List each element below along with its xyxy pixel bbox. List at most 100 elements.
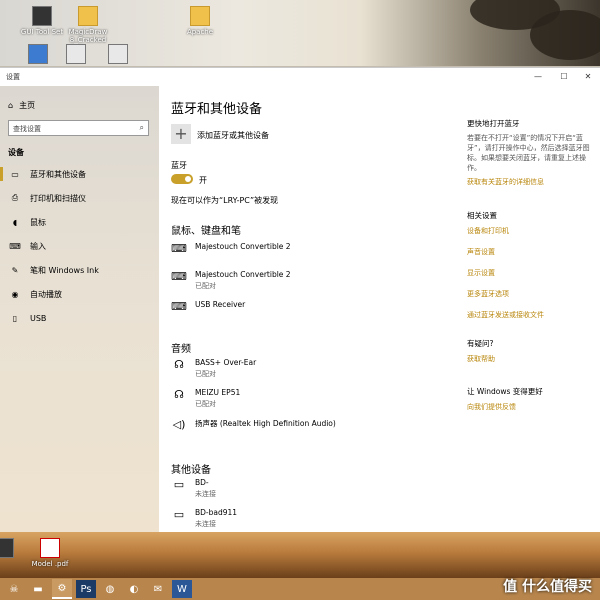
home-icon: ⌂ <box>8 101 14 110</box>
bluetooth-toggle[interactable] <box>171 174 193 184</box>
active-indicator <box>0 167 3 181</box>
desktop-icon-partial[interactable] <box>0 538 24 560</box>
keyboard-icon: ⌨ <box>171 270 187 283</box>
device-item[interactable]: ▭ BD- 未连接 <box>171 478 216 499</box>
sidebar: ⌂ 主页 查找设置 ⌕ 设备 ▭ 蓝牙和其他设备 ⎙ 打印机和扫描仪 ◖ 鼠标 … <box>0 86 159 534</box>
close-button[interactable]: ✕ <box>576 70 600 84</box>
device-item[interactable]: ▭ BD-bad911 未连接 <box>171 508 237 529</box>
desktop-icon-magicdraw[interactable]: MagicDraw 8_Cracked <box>60 6 116 44</box>
related-settings-title: 相关设置 <box>467 211 497 220</box>
discoverable-text: 现在可以作为“LRY-PC”被发现 <box>171 196 279 205</box>
sidebar-item-label: 笔和 Windows Ink <box>30 265 99 275</box>
sidebar-item-bluetooth[interactable]: ▭ 蓝牙和其他设备 <box>0 163 159 185</box>
desktop-icon-small[interactable] <box>108 44 128 66</box>
sidebar-item-label: 鼠标 <box>30 217 46 227</box>
faster-bluetooth-text: 若要在不打开“设置”的情况下开启“蓝牙”，请打开操作中心，然后选择蓝牙图标。如果… <box>467 134 590 172</box>
link-send-receive-files[interactable]: 通过蓝牙发送或接收文件 <box>467 310 595 320</box>
toggle-knob <box>185 176 191 182</box>
display-device-icon: ▭ <box>173 478 185 491</box>
file-explorer-icon[interactable]: ▬ <box>28 580 48 598</box>
link-sound-settings[interactable]: 声音设置 <box>467 247 595 257</box>
plus-icon: + <box>174 124 188 143</box>
device-item[interactable]: ☊ MEIZU EP51 已配对 <box>171 388 240 409</box>
app-icon <box>32 6 52 26</box>
feedback-title: 让 Windows 变得更好 <box>467 387 543 396</box>
feedback-panel: 让 Windows 变得更好 向我们提供反馈 <box>467 386 595 412</box>
desktop-icon-apache[interactable]: Apache <box>172 6 228 36</box>
chrome-icon[interactable]: ◍ <box>100 580 120 598</box>
sidebar-item-mouse[interactable]: ◖ 鼠标 <box>0 211 159 233</box>
device-name: 扬声器 (Realtek High Definition Audio) <box>195 419 336 428</box>
app-icon <box>0 538 14 558</box>
bluetooth-label: 蓝牙 <box>171 161 187 170</box>
sidebar-item-pen[interactable]: ✎ 笔和 Windows Ink <box>0 259 159 281</box>
sidebar-item-usb[interactable]: ▯ USB <box>0 307 159 329</box>
device-name: USB Receiver <box>195 300 246 309</box>
photoshop-icon[interactable]: Ps <box>76 580 96 598</box>
app-icon <box>108 44 128 64</box>
desktop-icon-small[interactable] <box>28 44 48 66</box>
desktop-icon-model-pdf[interactable]: Model .pdf <box>26 538 74 568</box>
feedback-link[interactable]: 向我们提供反馈 <box>467 402 595 412</box>
desktop-icon-small[interactable] <box>66 44 86 66</box>
palm-shadow <box>530 10 600 60</box>
link-devices-printers[interactable]: 设备和打印机 <box>467 226 595 236</box>
uplay-icon[interactable]: ◐ <box>124 580 144 598</box>
sidebar-item-label: 输入 <box>30 241 46 251</box>
link-display-settings[interactable]: 显示设置 <box>467 268 595 278</box>
title-bar: 设置 — ☐ ✕ <box>0 68 600 86</box>
folder-icon <box>190 6 210 26</box>
keyboard-icon: ⌨ <box>171 300 187 313</box>
section-title-other-devices: 其他设备 <box>171 465 211 476</box>
app-icon <box>28 44 48 64</box>
device-name: BD- <box>195 478 209 487</box>
sidebar-item-label: 打印机和扫描仪 <box>30 193 86 203</box>
faster-bluetooth-panel: 更快地打开蓝牙 若要在不打开“设置”的情况下开启“蓝牙”，请打开操作中心，然后选… <box>467 118 595 187</box>
device-item[interactable]: ⌨ Majestouch Convertible 2 <box>171 242 291 255</box>
device-item[interactable]: ⌨ Majestouch Convertible 2 已配对 <box>171 270 291 291</box>
window-title: 设置 <box>6 73 20 81</box>
speaker-icon: ◁) <box>172 418 186 431</box>
sidebar-item-autoplay[interactable]: ◉ 自动播放 <box>0 283 159 305</box>
get-help-link[interactable]: 获取帮助 <box>467 354 595 364</box>
device-name: Majestouch Convertible 2 <box>195 270 291 279</box>
sidebar-item-label: 蓝牙和其他设备 <box>30 169 86 179</box>
device-item[interactable]: ⌨ USB Receiver <box>171 300 245 313</box>
bluetooth-info-link[interactable]: 获取有关蓝牙的详细信息 <box>467 177 595 187</box>
device-item[interactable]: ☊ BASS+ Over-Ear 已配对 <box>171 358 256 379</box>
search-input[interactable]: 查找设置 ⌕ <box>8 120 149 136</box>
headphones-icon: ☊ <box>174 388 184 401</box>
settings-window: 设置 — ☐ ✕ ⌂ 主页 查找设置 ⌕ 设备 ▭ 蓝牙和其他设备 ⎙ 打印机和… <box>0 67 600 534</box>
keyboard-icon: ⌨ <box>171 242 187 255</box>
device-name: MEIZU EP51 <box>195 388 241 397</box>
sidebar-item-label: USB <box>30 313 47 323</box>
bluetooth-icon: ▭ <box>11 169 19 179</box>
device-status: 未连接 <box>195 520 216 528</box>
sidebar-home[interactable]: ⌂ 主页 <box>8 100 35 111</box>
folder-icon <box>78 6 98 26</box>
device-item[interactable]: ◁) 扬声器 (Realtek High Definition Audio) <box>171 418 336 431</box>
minimize-button[interactable]: — <box>526 70 550 84</box>
word-icon[interactable]: W <box>172 580 192 598</box>
watermark: 值 什么值得买 <box>503 579 592 595</box>
sidebar-item-input[interactable]: ⌨ 输入 <box>0 235 159 257</box>
sidebar-item-printers[interactable]: ⎙ 打印机和扫描仪 <box>0 187 159 209</box>
headphones-icon: ☊ <box>174 358 184 371</box>
display-device-icon: ▭ <box>173 508 185 521</box>
device-status: 未连接 <box>195 490 216 498</box>
link-more-bluetooth-options[interactable]: 更多蓝牙选项 <box>467 289 595 299</box>
home-label: 主页 <box>19 101 36 110</box>
maximize-button[interactable]: ☐ <box>552 70 576 84</box>
add-device-button[interactable]: + <box>171 124 191 144</box>
question-panel: 有疑问? 获取帮助 <box>467 338 595 364</box>
email-icon[interactable]: ✉ <box>148 580 168 598</box>
page-title: 蓝牙和其他设备 <box>171 102 263 117</box>
add-device-label[interactable]: 添加蓝牙或其他设备 <box>197 130 269 141</box>
desktop-background-bottom: Model .pdf <box>0 532 600 578</box>
settings-icon[interactable]: ⚙ <box>52 579 72 599</box>
bluetooth-state: 开 <box>199 176 207 185</box>
alienware-icon[interactable]: ☠ <box>4 580 24 598</box>
device-name: BASS+ Over-Ear <box>195 358 257 367</box>
mouse-icon: ◖ <box>12 217 18 227</box>
related-settings-panel: 相关设置 设备和打印机 声音设置 显示设置 更多蓝牙选项 通过蓝牙发送或接收文件 <box>467 210 595 320</box>
